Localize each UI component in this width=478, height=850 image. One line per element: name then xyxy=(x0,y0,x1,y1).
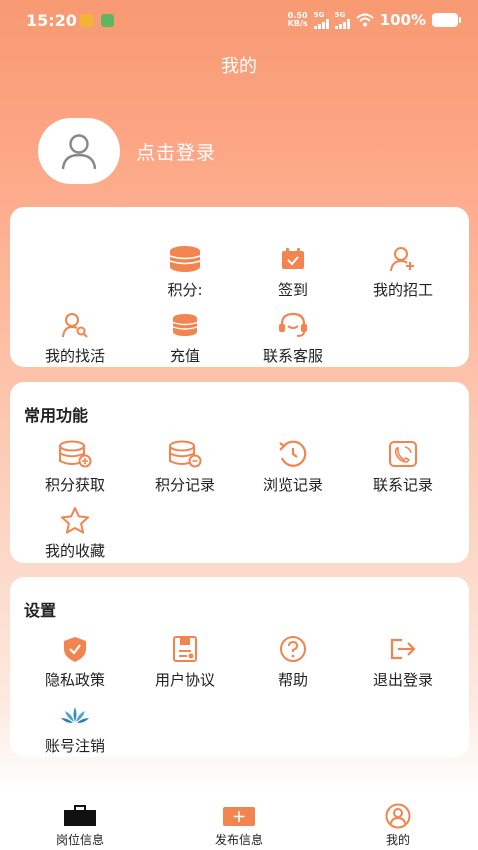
points-record-item[interactable]: 积分记录 xyxy=(130,440,240,495)
section-title: 设置 xyxy=(24,601,57,620)
settings-card: 设置 隐私政策 用户协议 帮助 退出登录 账号注销 xyxy=(10,577,469,757)
logout-item[interactable]: 退出登录 xyxy=(348,635,458,690)
browse-history-item[interactable]: 浏览记录 xyxy=(238,440,348,495)
page-title: 我的 xyxy=(221,56,257,77)
bottom-tab-bar: 岗位信息 发布信息 我的 xyxy=(0,790,478,850)
account-deletion-item[interactable]: 账号注销 xyxy=(20,701,130,756)
network-speed: 0.50 KB/s xyxy=(287,11,308,28)
app-notification-icon xyxy=(101,14,114,27)
quick-panel-card: 积分: 签到 我的招工 我的找活 充值 联系客服 xyxy=(10,207,469,367)
my-job-search-item[interactable]: 我的找活 xyxy=(20,311,130,366)
calendar-check-icon xyxy=(282,248,304,269)
plus-square-icon xyxy=(223,807,255,826)
briefcase-icon xyxy=(64,805,96,826)
coin-stack-icon xyxy=(172,314,198,336)
user-add-icon xyxy=(390,247,414,272)
recharge-item[interactable]: 充值 xyxy=(130,311,240,366)
status-time: 15:20 xyxy=(26,11,77,30)
section-title: 常用功能 xyxy=(24,406,89,425)
status-bar: 15:20 0.50 KB/s 5G 5G 100% xyxy=(0,0,478,40)
document-icon xyxy=(173,636,197,662)
common-functions-card: 常用功能 积分获取 积分记录 浏览记录 联系记录 我的收藏 xyxy=(10,382,469,563)
customer-service-item[interactable]: 联系客服 xyxy=(238,311,348,366)
points-acquire-item[interactable]: 积分获取 xyxy=(20,440,130,495)
lotus-icon xyxy=(61,707,89,723)
signal-icon: 5G xyxy=(334,11,350,29)
tab-mine[interactable]: 我的 xyxy=(338,803,458,848)
my-favorites-item[interactable]: 我的收藏 xyxy=(20,506,130,561)
tab-publish-info[interactable]: 发布信息 xyxy=(179,804,299,848)
check-in-item[interactable]: 签到 xyxy=(238,245,348,300)
status-indicators: 0.50 KB/s 5G 5G 100% xyxy=(287,11,461,29)
tab-job-info[interactable]: 岗位信息 xyxy=(20,804,140,848)
help-icon xyxy=(280,636,306,662)
points-item[interactable]: 积分: xyxy=(130,245,240,300)
logout-icon xyxy=(390,638,416,660)
avatar[interactable] xyxy=(38,118,120,184)
headset-icon xyxy=(279,312,307,337)
signal-icon: 5G xyxy=(313,11,329,29)
shield-check-icon xyxy=(64,637,86,662)
user-search-icon xyxy=(62,313,88,338)
user-circle-icon xyxy=(385,803,411,829)
user-avatar-icon xyxy=(61,134,97,170)
history-icon xyxy=(279,440,307,467)
wifi-icon xyxy=(355,13,374,27)
database-add-icon xyxy=(59,440,92,468)
my-recruitment-item[interactable]: 我的招工 xyxy=(348,245,458,300)
login-label[interactable]: 点击登录 xyxy=(136,138,216,165)
phone-log-icon xyxy=(389,441,417,467)
battery-icon xyxy=(432,13,461,27)
coins-stack-icon xyxy=(169,246,201,272)
user-agreement-item[interactable]: 用户协议 xyxy=(130,635,240,690)
profile-login[interactable]: 点击登录 xyxy=(38,118,216,184)
database-record-icon xyxy=(169,440,202,468)
battery-level: 100% xyxy=(379,11,426,29)
help-item[interactable]: 帮助 xyxy=(238,635,348,690)
message-notification-icon xyxy=(80,14,93,27)
contact-history-item[interactable]: 联系记录 xyxy=(348,440,458,495)
star-icon xyxy=(61,507,89,534)
privacy-policy-item[interactable]: 隐私政策 xyxy=(20,635,130,690)
